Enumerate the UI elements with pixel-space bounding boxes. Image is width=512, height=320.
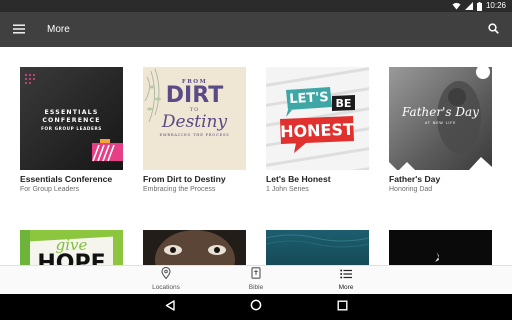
menu-button[interactable] xyxy=(10,21,27,38)
art-text-honest: HONEST xyxy=(279,119,355,142)
series-subtitle: 1 John Series xyxy=(266,186,309,193)
art-text-line2: CONFERENCE xyxy=(42,117,101,124)
series-card-lets-be-honest[interactable]: LET'S BE HONEST Let's Be Honest 1 John S… xyxy=(266,67,369,194)
system-home-button[interactable] xyxy=(249,298,263,316)
series-artwork-essentials: ESSENTIALS CONFERENCE FOR GROUP LEADERS xyxy=(20,67,123,170)
nav-label: More xyxy=(338,284,354,291)
app-bar: More xyxy=(0,12,512,47)
series-artwork-fathers-day: Father's Day AT NEW LIFE xyxy=(389,67,492,170)
series-title: Father's Day xyxy=(389,174,441,184)
nav-label: Bible xyxy=(248,284,264,291)
nav-label: Locations xyxy=(152,284,180,291)
wifi-icon xyxy=(452,2,461,10)
art-text-be: BE xyxy=(335,97,352,110)
location-pin-icon xyxy=(161,266,171,284)
bottom-navigation: Locations Bible More xyxy=(0,265,512,294)
art-text-hope: HOPE xyxy=(37,251,106,266)
recents-square-icon xyxy=(337,298,348,316)
nav-tab-more[interactable]: More xyxy=(316,269,376,292)
battery-icon xyxy=(476,1,482,11)
series-grid: ESSENTIALS CONFERENCE FOR GROUP LEADERS … xyxy=(0,47,512,265)
series-subtitle: For Group Leaders xyxy=(20,186,80,193)
system-recents-button[interactable] xyxy=(335,300,349,314)
series-subtitle: Honoring Dad xyxy=(389,186,433,193)
hamburger-menu-icon xyxy=(12,21,25,39)
series-artwork-honest: LET'S BE HONEST xyxy=(266,67,369,170)
art-text-dirt: DIRT xyxy=(165,83,224,108)
series-title: Essentials Conference xyxy=(20,174,113,184)
nav-tab-locations[interactable]: Locations xyxy=(136,266,196,292)
series-card-essentials-conference[interactable]: ESSENTIALS CONFERENCE FOR GROUP LEADERS … xyxy=(20,67,123,194)
art-text-lets: LET'S xyxy=(288,89,330,108)
series-card-ocean[interactable] xyxy=(266,230,369,265)
back-triangle-icon xyxy=(165,298,175,316)
art-text-line3: FOR GROUP LEADERS xyxy=(41,126,102,131)
series-title: From Dirt to Destiny xyxy=(143,174,226,184)
system-navigation-bar xyxy=(0,294,512,320)
search-button[interactable] xyxy=(485,21,502,38)
status-bar: 10:26 xyxy=(0,0,512,12)
system-back-button[interactable] xyxy=(163,300,177,314)
series-card-fathers-day[interactable]: Father's Day AT NEW LIFE Father's Day Ho… xyxy=(389,67,492,194)
bible-icon xyxy=(251,266,261,284)
series-artwork-dirt: FROM DIRT TO Destiny EMBRACING THE PROCE… xyxy=(143,67,246,170)
list-icon xyxy=(340,266,352,284)
series-card-dark[interactable] xyxy=(389,230,492,265)
series-artwork-faces xyxy=(143,230,246,265)
page-title: More xyxy=(47,24,70,35)
cell-signal-icon xyxy=(464,2,473,10)
series-card-faces[interactable] xyxy=(143,230,246,265)
status-icons: 10:26 xyxy=(452,1,506,11)
search-icon xyxy=(488,21,499,39)
series-artwork-give-hope: give HOPE xyxy=(20,230,123,265)
series-card-give-hope[interactable]: give HOPE xyxy=(20,230,123,265)
art-text-embracing: EMBRACING THE PROCESS xyxy=(159,133,230,137)
nav-tab-bible[interactable]: Bible xyxy=(226,266,286,292)
series-title: Let's Be Honest xyxy=(266,174,331,184)
art-text-destiny: Destiny xyxy=(161,112,228,132)
art-text-line1: ESSENTIALS xyxy=(44,109,99,116)
art-text-fathers-day: Father's Day xyxy=(402,105,479,119)
art-text-new-life: AT NEW LIFE xyxy=(424,121,457,125)
home-circle-icon xyxy=(250,298,262,316)
series-subtitle: Embracing the Process xyxy=(143,186,216,193)
series-card-dirt-to-destiny[interactable]: FROM DIRT TO Destiny EMBRACING THE PROCE… xyxy=(143,67,246,194)
status-time: 10:26 xyxy=(485,1,506,10)
series-artwork-dark xyxy=(389,230,492,265)
series-artwork-ocean xyxy=(266,230,369,265)
